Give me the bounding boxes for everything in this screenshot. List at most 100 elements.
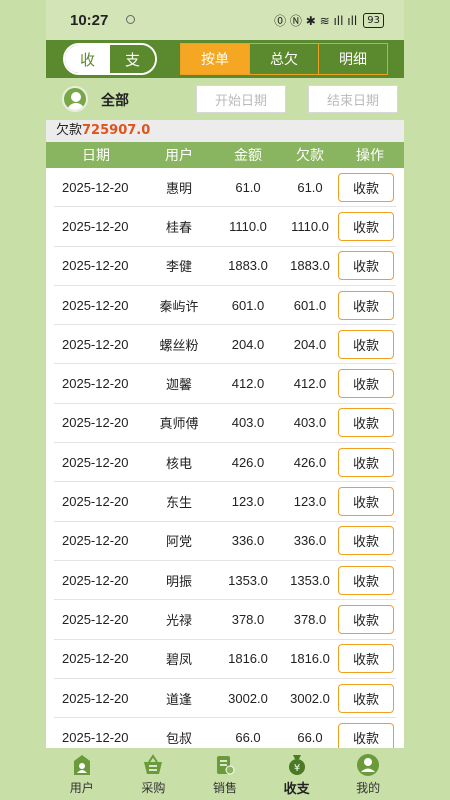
cell-debt: 1353.0 (290, 572, 330, 588)
profile-icon (356, 753, 380, 777)
svg-text:¥: ¥ (293, 763, 299, 774)
sales-icon (213, 753, 237, 777)
cell-date: 2025-12-20 (62, 258, 129, 274)
collect-payment-button[interactable]: 收款 (338, 290, 394, 320)
cell-debt: 1110.0 (291, 218, 329, 234)
table-row: 2025-12-20 惠明 61.0 61.0 收款 (54, 168, 396, 208)
cell-operation: 收款 (336, 290, 396, 320)
table-header: 日期 用户 金额 欠款 操作 (46, 142, 404, 168)
tab-total-debt[interactable]: 总欠 (250, 44, 319, 74)
collect-payment-button[interactable]: 收款 (338, 722, 394, 748)
table-row: 2025-12-20 桂春 1110.0 1110.0 收款 (54, 207, 396, 247)
cell-date: 2025-12-20 (62, 454, 129, 470)
table-row: 2025-12-20 李健 1883.0 1883.0 收款 (54, 247, 396, 286)
cell-operation: 收款 (336, 487, 396, 517)
income-toggle[interactable]: 收 (65, 45, 110, 73)
cell-operation: 收款 (336, 526, 396, 556)
top-toolbar: 收 支 按单 总欠 明细 (46, 40, 404, 78)
cell-amount: 378.0 (231, 611, 265, 627)
table-row: 2025-12-20 螺丝粉 204.0 204.0 收款 (54, 325, 396, 365)
nav-item-profile[interactable]: 我的 (332, 748, 404, 800)
nav-label-users: 用户 (69, 780, 94, 795)
nav-item-users[interactable]: 用户 (46, 748, 118, 800)
cell-amount: 1110.0 (229, 218, 267, 234)
cell-user: 光禄 (165, 613, 192, 629)
header-amount: 金额 (234, 148, 262, 164)
cell-debt: 1816.0 (290, 651, 330, 667)
cell-operation: 收款 (336, 369, 396, 399)
collect-payment-button[interactable]: 收款 (338, 172, 394, 202)
nav-label-sales: 销售 (212, 780, 237, 795)
start-date-input[interactable]: 开始日期 (196, 85, 286, 113)
collect-payment-button[interactable]: 收款 (338, 565, 394, 595)
cell-date: 2025-12-20 (62, 376, 129, 392)
collect-payment-button[interactable]: 收款 (338, 408, 394, 438)
user-avatar-icon[interactable] (62, 86, 88, 112)
table-row: 2025-12-20 光禄 378.0 378.0 收款 (54, 600, 396, 640)
debt-amount: 725907.0 (82, 123, 151, 138)
cell-user: 李健 (165, 260, 192, 276)
collect-payment-button[interactable]: 收款 (338, 329, 394, 359)
table-row: 2025-12-20 碧凤 1816.0 1816.0 收款 (54, 640, 396, 679)
cell-operation: 收款 (336, 683, 396, 713)
cell-amount: 426.0 (231, 454, 265, 470)
notification-dot-icon (126, 15, 135, 24)
table-row: 2025-12-20 东生 123.0 123.0 收款 (54, 482, 396, 522)
cell-operation: 收款 (336, 644, 396, 674)
end-date-input[interactable]: 结束日期 (308, 85, 398, 113)
collect-payment-button[interactable]: 收款 (338, 487, 394, 517)
collect-payment-button[interactable]: 收款 (338, 369, 394, 399)
cell-operation: 收款 (336, 329, 396, 359)
cell-amount: 601.0 (231, 297, 265, 313)
cell-operation: 收款 (336, 604, 396, 634)
collect-payment-button[interactable]: 收款 (338, 526, 394, 556)
collect-payment-button[interactable]: 收款 (338, 604, 394, 634)
cell-user: 明振 (165, 574, 192, 590)
cell-operation: 收款 (336, 172, 396, 202)
nav-item-purchase[interactable]: 采购 (118, 748, 190, 800)
cell-amount: 123.0 (231, 494, 265, 510)
cell-date: 2025-12-20 (62, 690, 129, 706)
header-debt: 欠款 (296, 148, 324, 164)
cell-debt: 336.0 (293, 533, 327, 549)
nav-item-finance[interactable]: ¥ 收支 (261, 748, 333, 800)
cell-date: 2025-12-20 (62, 651, 129, 667)
cell-user: 核电 (165, 456, 192, 472)
table-row: 2025-12-20 迦馨 412.0 412.0 收款 (54, 364, 396, 404)
cell-user: 桂春 (165, 220, 192, 236)
money-bag-icon: ¥ (285, 752, 309, 776)
header-operation: 操作 (356, 148, 384, 164)
cell-date: 2025-12-20 (62, 729, 129, 745)
collect-payment-button[interactable]: 收款 (338, 211, 394, 241)
cell-debt: 412.0 (293, 376, 327, 392)
collect-payment-button[interactable]: 收款 (338, 447, 394, 477)
cell-operation: 收款 (336, 447, 396, 477)
collect-payment-button[interactable]: 收款 (338, 683, 394, 713)
expense-toggle[interactable]: 支 (110, 45, 155, 73)
cell-debt: 403.0 (293, 415, 327, 431)
table-row: 2025-12-20 包叔 66.0 66.0 收款 (54, 718, 396, 748)
cell-user: 阿党 (165, 535, 192, 551)
cell-user: 秦屿许 (159, 299, 199, 315)
cell-operation: 收款 (336, 251, 396, 281)
collect-payment-button[interactable]: 收款 (338, 251, 394, 281)
cell-debt: 204.0 (293, 336, 327, 352)
cell-date: 2025-12-20 (62, 494, 129, 510)
collect-payment-button[interactable]: 收款 (338, 644, 394, 674)
debt-table-body: 2025-12-20 惠明 61.0 61.0 收款 2025-12-20 桂春 1110.0… (46, 168, 404, 748)
tab-details[interactable]: 明细 (319, 44, 387, 74)
cell-debt: 66.0 (297, 729, 323, 745)
nav-item-sales[interactable]: 销售 (189, 748, 261, 800)
debt-label: 欠款 (56, 123, 83, 138)
cell-debt: 61.0 (297, 179, 323, 195)
cell-user: 真师傅 (159, 417, 199, 433)
cell-date: 2025-12-20 (62, 218, 129, 234)
tab-by-order[interactable]: 按单 (181, 44, 250, 74)
cell-operation: 收款 (336, 211, 396, 241)
all-users-selector[interactable]: 全部 (101, 90, 129, 110)
cell-amount: 1353.0 (228, 572, 268, 588)
status-time: 10:27 (70, 12, 109, 29)
cell-user: 迦馨 (165, 378, 192, 394)
table-row: 2025-12-20 明振 1353.0 1353.0 收款 (54, 561, 396, 601)
cell-user: 惠明 (165, 181, 192, 197)
